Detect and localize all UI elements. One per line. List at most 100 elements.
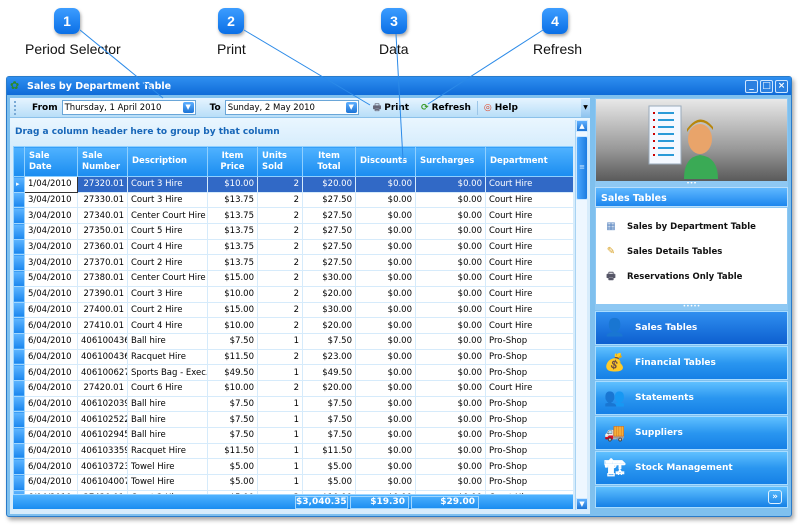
table-row[interactable]: ▸ 1/04/2010 27320.01 Court 3 Hire $10.00 2 $20… (13, 176, 573, 193)
table-cell[interactable]: $0.00 (415, 207, 486, 225)
table-cell[interactable]: $0.00 (415, 254, 486, 272)
table-cell[interactable]: $0.00 (415, 285, 486, 303)
table-row[interactable]: 6/04/2010 406102945 Ball hire $7.50 1 $7.50 $0… (13, 427, 573, 444)
nav-button-stock-management[interactable]: 🏗 Stock Management (595, 451, 788, 485)
table-cell[interactable]: 2 (257, 191, 303, 209)
table-cell[interactable]: $23.00 (302, 348, 356, 366)
table-row[interactable]: 6/04/2010 406100436 Ball hire $7.50 1 $7.50 $0… (13, 332, 573, 350)
table-cell[interactable]: Towel Hire (127, 474, 208, 491)
table-cell[interactable]: $7.50 (302, 395, 356, 413)
toolbar-grip[interactable] (14, 100, 18, 115)
table-cell[interactable]: 3/04/2010 (24, 207, 78, 225)
table-row[interactable]: 6/04/2010 406100436 Racquet Hire $11.50 2 $23… (13, 348, 573, 366)
table-cell[interactable]: Court 4 Hire (127, 238, 208, 256)
table-cell[interactable]: Ball hire (127, 427, 208, 444)
table-cell[interactable]: Pro-Shop (485, 474, 573, 491)
table-cell[interactable]: $0.00 (415, 395, 486, 413)
row-selector[interactable] (13, 254, 25, 272)
table-cell[interactable]: $30.00 (302, 270, 356, 287)
table-row[interactable]: 3/04/2010 27370.01 Court 2 Hire $13.75 2 $27.… (13, 254, 573, 272)
table-cell[interactable]: $0.00 (415, 332, 486, 350)
table-cell[interactable]: $20.00 (302, 379, 356, 397)
table-cell[interactable]: $5.00 (302, 474, 356, 491)
table-row[interactable]: 3/04/2010 27360.01 Court 4 Hire $13.75 2 $27.… (13, 238, 573, 256)
table-cell[interactable]: Pro-Shop (485, 442, 573, 460)
table-cell[interactable]: 2 (257, 348, 303, 366)
row-selector[interactable] (13, 474, 25, 491)
table-cell[interactable]: 1 (257, 427, 303, 444)
table-cell[interactable]: $0.00 (355, 176, 416, 193)
table-cell[interactable]: 27320.01 (77, 176, 128, 193)
table-cell[interactable]: Court Hire (485, 254, 573, 272)
table-cell[interactable]: 27330.01 (77, 191, 128, 209)
table-cell[interactable]: 2 (257, 254, 303, 272)
table-cell[interactable]: 6/04/2010 (24, 332, 78, 350)
table-cell[interactable]: $0.00 (355, 270, 416, 287)
row-selector[interactable] (13, 301, 25, 319)
table-cell[interactable]: $0.00 (415, 223, 486, 240)
nav-item-sales-details[interactable]: ✎ Sales Details Tables (596, 239, 787, 264)
row-selector[interactable] (13, 207, 25, 225)
table-cell[interactable]: $0.00 (355, 301, 416, 319)
table-cell[interactable]: Ball hire (127, 411, 208, 428)
table-cell[interactable]: Court Hire (485, 379, 573, 397)
table-cell[interactable]: 27370.01 (77, 254, 128, 272)
row-selector[interactable] (13, 348, 25, 366)
table-cell[interactable]: 406100436 (77, 332, 128, 350)
table-cell[interactable]: 3/04/2010 (24, 254, 78, 272)
table-cell[interactable]: $5.00 (207, 474, 258, 491)
help-button[interactable]: ◎ Help (478, 99, 524, 117)
table-cell[interactable]: Court Hire (485, 223, 573, 240)
table-cell[interactable]: Court Hire (485, 238, 573, 256)
table-cell[interactable]: $15.00 (207, 301, 258, 319)
table-cell[interactable]: 1/04/2010 (24, 176, 78, 193)
table-cell[interactable]: 2 (257, 301, 303, 319)
table-cell[interactable]: $0.00 (355, 207, 416, 225)
table-cell[interactable]: $0.00 (355, 411, 416, 428)
table-cell[interactable]: $0.00 (355, 238, 416, 256)
table-cell[interactable]: $0.00 (415, 317, 486, 334)
table-cell[interactable]: 27350.01 (77, 223, 128, 240)
table-cell[interactable]: 6/04/2010 (24, 364, 78, 381)
table-row[interactable]: 5/04/2010 27390.01 Court 3 Hire $10.00 2 $20.… (13, 285, 573, 303)
table-cell[interactable]: $10.00 (207, 379, 258, 397)
table-cell[interactable]: 2 (257, 285, 303, 303)
scroll-up-arrow-icon[interactable]: ▲ (576, 120, 588, 132)
table-cell[interactable]: 1 (257, 474, 303, 491)
table-cell[interactable]: $20.00 (302, 285, 356, 303)
table-cell[interactable]: $0.00 (355, 317, 416, 334)
column-header-item-total[interactable]: Item Total (302, 146, 356, 177)
row-selector[interactable] (13, 270, 25, 287)
table-cell[interactable]: 6/04/2010 (24, 427, 78, 444)
table-cell[interactable]: Center Court Hire (127, 207, 208, 225)
row-selector[interactable] (13, 411, 25, 428)
table-cell[interactable]: $13.75 (207, 238, 258, 256)
row-selector[interactable] (13, 379, 25, 397)
table-cell[interactable]: $0.00 (415, 191, 486, 209)
table-cell[interactable]: Court 2 Hire (127, 254, 208, 272)
table-cell[interactable]: $0.00 (355, 395, 416, 413)
table-cell[interactable]: Pro-Shop (485, 364, 573, 381)
table-cell[interactable]: 2 (257, 223, 303, 240)
table-cell[interactable]: 27420.01 (77, 379, 128, 397)
table-cell[interactable]: Court Hire (485, 176, 573, 193)
table-cell[interactable]: 1 (257, 458, 303, 476)
table-cell[interactable]: $13.75 (207, 207, 258, 225)
maximize-button[interactable]: □ (760, 79, 773, 93)
table-cell[interactable]: Court Hire (485, 285, 573, 303)
table-cell[interactable]: $0.00 (355, 364, 416, 381)
chevron-down-icon[interactable]: ▼ (345, 102, 357, 113)
table-row[interactable]: 6/04/2010 406102039 Ball hire $7.50 1 $7.50 $0… (13, 395, 573, 413)
table-cell[interactable]: 3/04/2010 (24, 238, 78, 256)
column-header-sale-date[interactable]: Sale Date (24, 146, 78, 177)
table-cell[interactable]: Pro-Shop (485, 411, 573, 428)
row-selector[interactable]: ▸ (13, 176, 25, 193)
table-cell[interactable]: 5/04/2010 (24, 270, 78, 287)
table-cell[interactable]: $7.50 (302, 332, 356, 350)
table-cell[interactable]: $7.50 (207, 332, 258, 350)
table-cell[interactable]: $49.50 (207, 364, 258, 381)
column-header-units-sold[interactable]: Units Sold (257, 146, 303, 177)
table-cell[interactable]: Towel Hire (127, 458, 208, 476)
table-cell[interactable]: 27400.01 (77, 301, 128, 319)
table-cell[interactable]: $0.00 (355, 332, 416, 350)
